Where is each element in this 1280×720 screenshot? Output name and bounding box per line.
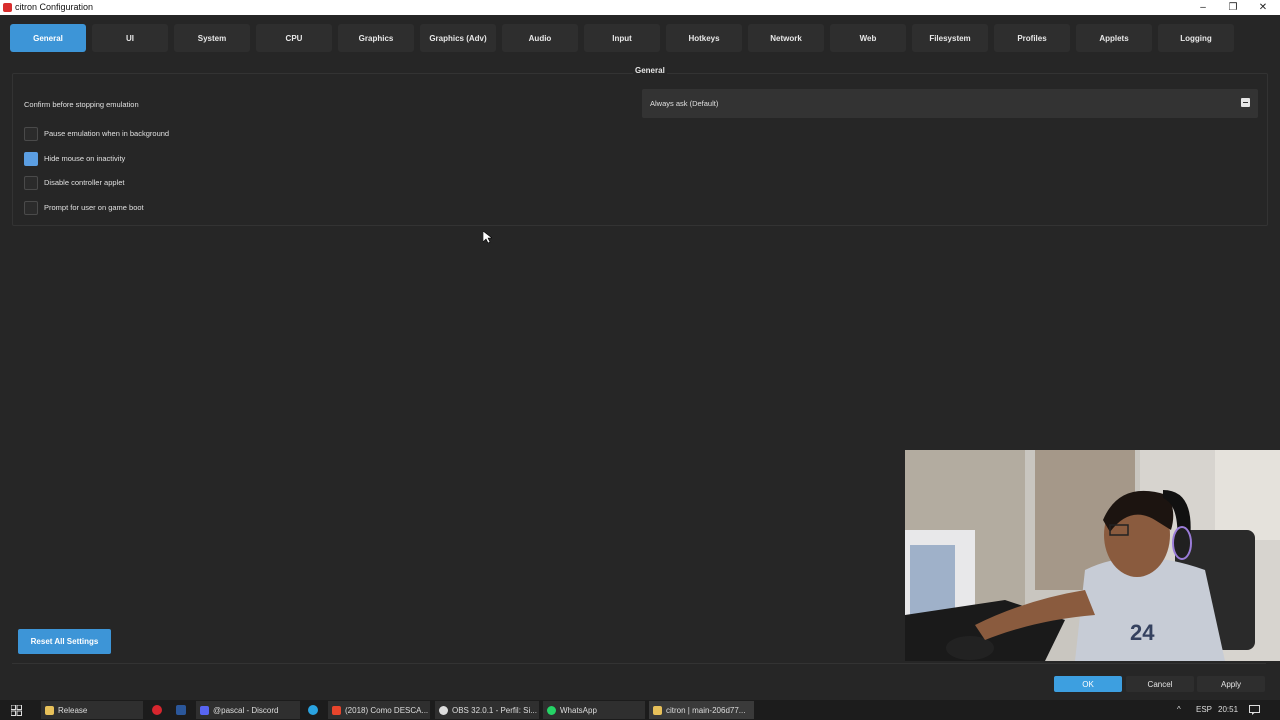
group-title: General: [633, 66, 667, 75]
taskbar-item-discord[interactable]: @pascal - Discord: [196, 701, 300, 719]
tab-graphics-adv[interactable]: Graphics (Adv): [420, 24, 496, 52]
obs-icon: [439, 705, 448, 715]
tab-graphics[interactable]: Graphics: [338, 24, 414, 52]
taskbar-item-citron[interactable]: citron | main-206d77...: [649, 701, 754, 719]
tab-network[interactable]: Network: [748, 24, 824, 52]
tab-audio[interactable]: Audio: [502, 24, 578, 52]
taskbar-item-label: citron | main-206d77...: [666, 705, 746, 715]
word-icon[interactable]: [176, 705, 186, 715]
window-title: citron Configuration: [15, 2, 94, 12]
tab-input[interactable]: Input: [584, 24, 660, 52]
checkbox-label: Disable controller applet: [44, 178, 125, 187]
notification-icon[interactable]: [1249, 705, 1260, 715]
tab-cpu[interactable]: CPU: [256, 24, 332, 52]
cancel-button[interactable]: Cancel: [1126, 676, 1194, 692]
checkbox-label: Pause emulation when in background: [44, 129, 170, 138]
start-grid-icon[interactable]: [11, 705, 22, 716]
opera-icon[interactable]: [152, 705, 162, 715]
confirm-stop-label: Confirm before stopping emulation: [24, 100, 139, 109]
taskbar-item-label: OBS 32.0.1 - Perfil: Si...: [452, 705, 537, 715]
windows-taskbar: Release @pascal - Discord (2018) Como DE…: [0, 700, 1280, 720]
dropdown-arrow-icon: [1241, 98, 1250, 107]
tab-filesystem[interactable]: Filesystem: [912, 24, 988, 52]
mouse-cursor-icon: [483, 231, 492, 244]
minimize-button[interactable]: –: [1188, 0, 1218, 15]
telegram-icon[interactable]: [308, 705, 318, 715]
ok-button[interactable]: OK: [1054, 676, 1122, 692]
taskbar-item-label: @pascal - Discord: [213, 705, 279, 715]
taskbar-item-whatsapp[interactable]: WhatsApp: [543, 701, 645, 719]
checkbox-box[interactable]: [24, 201, 38, 215]
clock[interactable]: 20:51: [1218, 705, 1238, 714]
taskbar-item-label: Release: [58, 705, 88, 715]
tab-applets[interactable]: Applets: [1076, 24, 1152, 52]
webcam-overlay: 24: [905, 450, 1280, 661]
checkbox-box[interactable]: [24, 176, 38, 190]
tab-hotkeys[interactable]: Hotkeys: [666, 24, 742, 52]
citron-app-icon: [3, 3, 12, 12]
tab-web[interactable]: Web: [830, 24, 906, 52]
taskbar-item-release[interactable]: Release: [41, 701, 143, 719]
discord-icon: [200, 705, 209, 715]
tab-profiles[interactable]: Profiles: [994, 24, 1070, 52]
folder-icon: [45, 705, 54, 715]
tab-system[interactable]: System: [174, 24, 250, 52]
confirm-stop-dropdown[interactable]: Always ask (Default): [642, 89, 1258, 118]
dropdown-value: Always ask (Default): [650, 99, 719, 108]
tab-general[interactable]: General: [10, 24, 86, 52]
reset-all-settings-button[interactable]: Reset All Settings: [18, 629, 111, 654]
title-bar: citron Configuration – ❐ ✕: [0, 0, 1280, 15]
tab-ui[interactable]: UI: [92, 24, 168, 52]
taskbar-item-label: WhatsApp: [560, 705, 597, 715]
taskbar-item-obs[interactable]: OBS 32.0.1 - Perfil: Si...: [435, 701, 539, 719]
citron-icon: [653, 705, 662, 715]
language-indicator[interactable]: ESP: [1196, 705, 1212, 714]
whatsapp-icon: [547, 705, 556, 715]
chevron-up-icon[interactable]: ^: [1177, 705, 1181, 714]
checkbox-box[interactable]: [24, 152, 38, 166]
checkbox-box[interactable]: [24, 127, 38, 141]
svg-text:24: 24: [1130, 620, 1155, 645]
taskbar-item-browser[interactable]: (2018) Como DESCA...: [328, 701, 430, 719]
taskbar-item-label: (2018) Como DESCA...: [345, 705, 429, 715]
divider: [12, 663, 1266, 664]
tab-logging[interactable]: Logging: [1158, 24, 1234, 52]
apply-button[interactable]: Apply: [1197, 676, 1265, 692]
close-button[interactable]: ✕: [1248, 0, 1278, 15]
brave-icon: [332, 705, 341, 715]
checkbox-label: Hide mouse on inactivity: [44, 154, 126, 163]
checkbox-label: Prompt for user on game boot: [44, 203, 144, 212]
maximize-button[interactable]: ❐: [1218, 0, 1248, 15]
